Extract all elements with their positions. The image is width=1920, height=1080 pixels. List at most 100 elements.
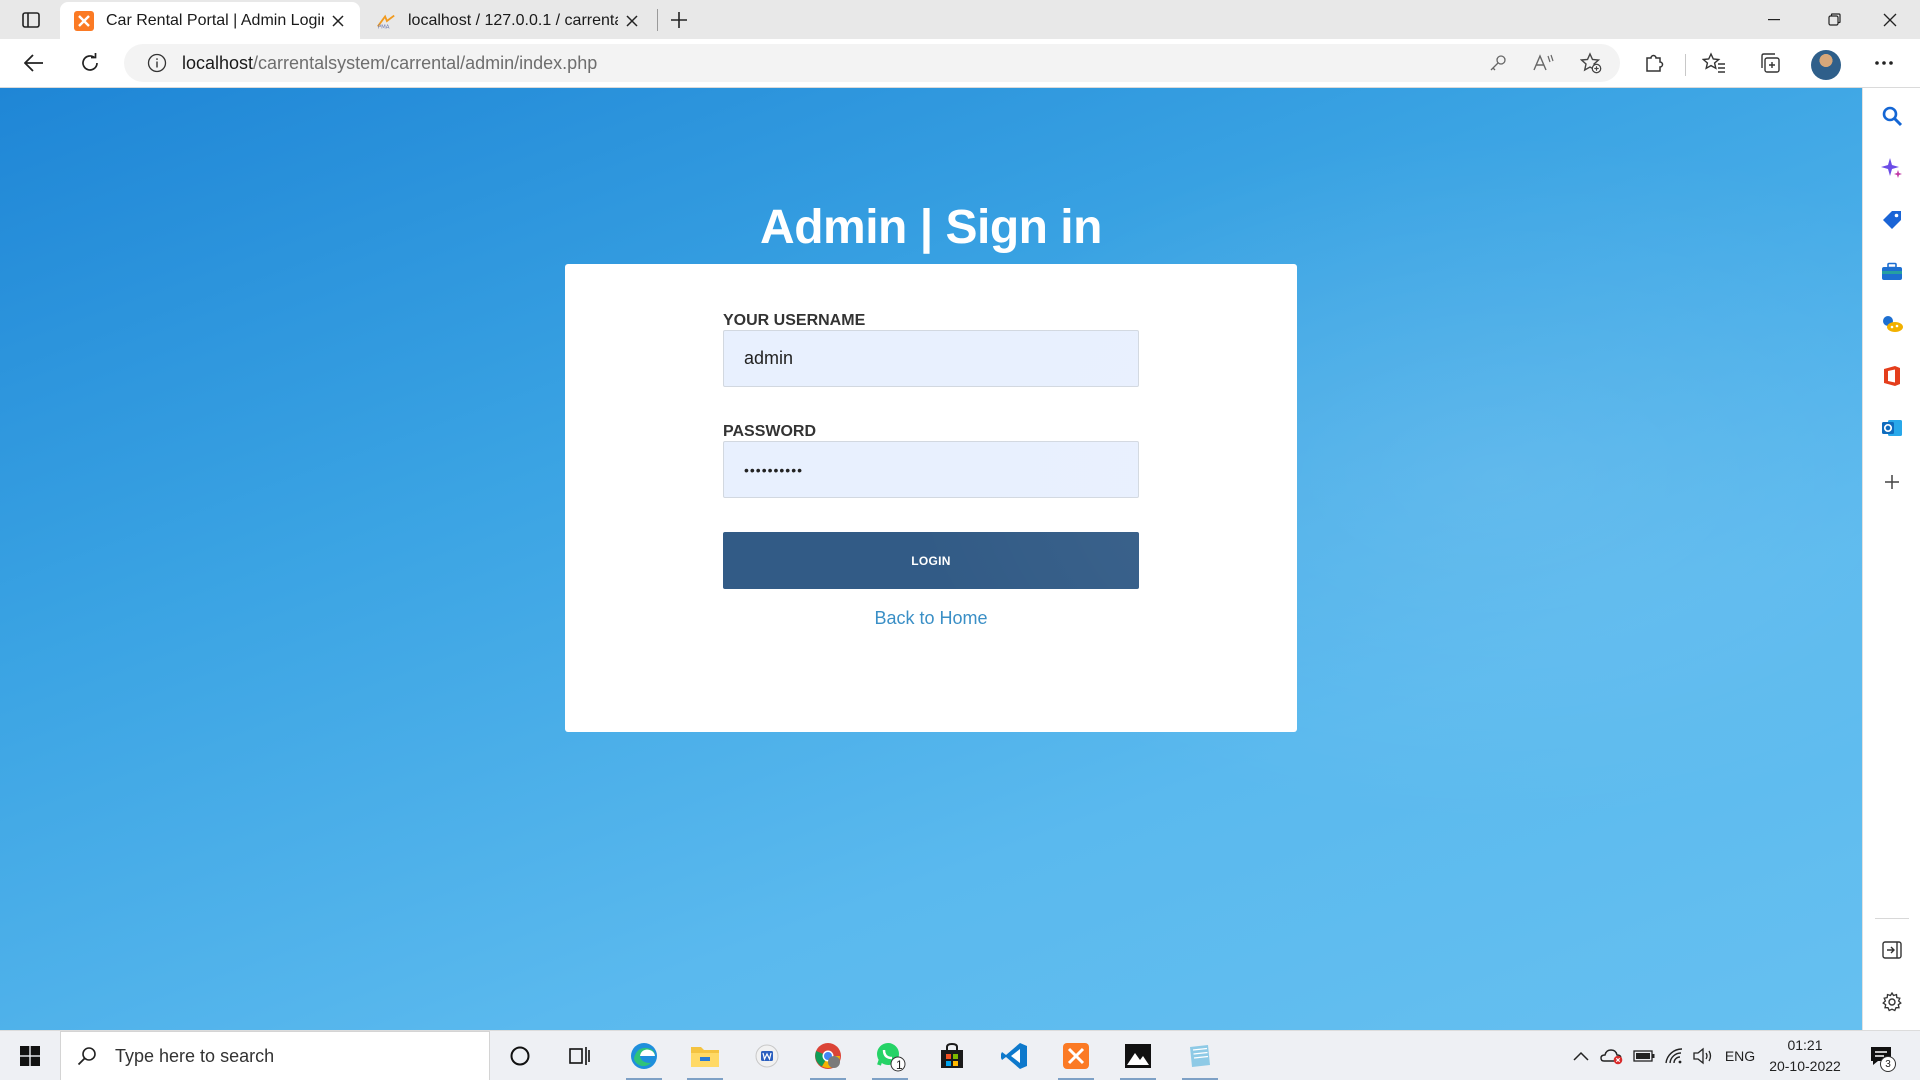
file-explorer-taskbar-app[interactable] [681, 1036, 729, 1080]
profile-avatar[interactable] [1811, 50, 1841, 80]
url-path: /carrentalsystem/carrental/admin/index.p… [253, 52, 598, 73]
collections-icon [1761, 53, 1780, 73]
document-app-icon [755, 1044, 779, 1068]
clock-date: 20-10-2022 [1769, 1058, 1841, 1074]
page-title: Admin | Sign in [760, 201, 1102, 254]
taskbar-search-box[interactable]: Type here to search [60, 1031, 490, 1080]
chrome-taskbar-app[interactable] [804, 1036, 852, 1080]
login-button[interactable]: LOGIN [723, 532, 1139, 589]
edge-sidebar [1862, 88, 1920, 1030]
new-tab-button[interactable] [664, 5, 694, 35]
folder-icon [691, 1047, 719, 1067]
battery-icon[interactable] [1630, 1031, 1658, 1080]
close-tab-icon[interactable] [324, 7, 352, 35]
wifi-icon[interactable] [1660, 1031, 1688, 1080]
back-button[interactable] [16, 45, 52, 81]
windows-logo-icon [20, 1046, 40, 1066]
whatsapp-taskbar-app[interactable]: 1 [866, 1036, 914, 1080]
plus-icon [671, 12, 687, 28]
chrome-icon [815, 1043, 841, 1069]
close-window-button[interactable] [1862, 0, 1918, 39]
office-icon[interactable] [1876, 360, 1908, 392]
shopping-tag-icon[interactable] [1876, 204, 1908, 236]
edge-taskbar-app[interactable] [620, 1036, 668, 1080]
show-hidden-icons-button[interactable] [1568, 1031, 1594, 1080]
browser-toolbar: localhost/carrentalsystem/carrental/admi… [0, 39, 1920, 88]
vscode-icon [1001, 1043, 1027, 1069]
search-icon [75, 1044, 99, 1068]
windows-taskbar: Type here to search 1 ENG 01:21 20-10-20… [0, 1030, 1920, 1080]
clock-time: 01:21 [1787, 1037, 1823, 1053]
sidebar-settings-gear-icon[interactable] [1876, 986, 1908, 1018]
onedrive-error-icon[interactable] [1598, 1031, 1626, 1080]
outlook-icon[interactable] [1876, 412, 1908, 444]
read-aloud-icon[interactable] [1527, 45, 1561, 81]
search-placeholder: Type here to search [115, 1045, 275, 1066]
cortana-circle-icon [510, 1046, 530, 1066]
taskbar-clock[interactable]: 01:21 20-10-2022 [1762, 1035, 1848, 1077]
minimize-button[interactable] [1746, 0, 1802, 39]
tab-actions-icon [22, 12, 40, 28]
store-taskbar-app[interactable] [928, 1036, 976, 1076]
add-sidebar-app-icon[interactable] [1876, 466, 1908, 498]
login-card: YOUR USERNAME admin PASSWORD •••••••••• … [565, 264, 1297, 732]
extensions-button[interactable] [1636, 45, 1672, 81]
settings-more-button[interactable] [1866, 45, 1902, 81]
more-dots-icon [1875, 61, 1893, 65]
back-to-home-link[interactable]: Back to Home [565, 608, 1297, 629]
address-bar[interactable]: localhost/carrentalsystem/carrental/admi… [124, 44, 1620, 82]
hide-sidebar-icon[interactable] [1876, 934, 1908, 966]
edge-browser-icon [631, 1043, 657, 1069]
volume-icon[interactable] [1690, 1031, 1718, 1080]
tab-actions-button[interactable] [14, 6, 48, 34]
phpmyadmin-icon: PMA [376, 11, 396, 31]
url-text: localhost/carrentalsystem/carrental/admi… [182, 53, 597, 74]
notepad-taskbar-app[interactable] [1176, 1036, 1224, 1080]
sidebar-search-icon[interactable] [1876, 100, 1908, 132]
photos-taskbar-app[interactable] [1114, 1036, 1162, 1080]
tab-divider [657, 9, 658, 31]
collections-button[interactable] [1752, 45, 1788, 81]
language-indicator[interactable]: ENG [1720, 1031, 1760, 1080]
tools-briefcase-icon[interactable] [1876, 256, 1908, 288]
tab-car-rental[interactable]: Car Rental Portal | Admin Login [60, 2, 360, 39]
word-taskbar-app[interactable] [743, 1036, 791, 1076]
sidebar-divider [1875, 918, 1909, 919]
close-tab-icon[interactable] [618, 7, 646, 35]
cortana-button[interactable] [496, 1036, 544, 1076]
password-key-icon[interactable] [1481, 45, 1515, 81]
favorites-button[interactable] [1696, 45, 1732, 81]
chevron-up-icon [1573, 1051, 1589, 1061]
tab-title: localhost / 127.0.0.1 / carrental / [408, 11, 618, 29]
copilot-sparkle-icon[interactable] [1876, 152, 1908, 184]
xampp-icon [74, 10, 94, 31]
games-icon[interactable] [1876, 308, 1908, 340]
vscode-taskbar-app[interactable] [990, 1036, 1038, 1076]
puzzle-icon [1646, 54, 1664, 72]
xampp-icon [1063, 1043, 1089, 1069]
tab-phpmyadmin[interactable]: PMA localhost / 127.0.0.1 / carrental / [362, 2, 654, 39]
notification-count-badge: 3 [1880, 1056, 1896, 1072]
page-background: Admin | Sign in YOUR USERNAME admin PASS… [0, 88, 1862, 1030]
refresh-icon [82, 53, 98, 71]
tab-strip: Car Rental Portal | Admin Login PMA loca… [0, 0, 1920, 39]
site-info-icon[interactable] [146, 52, 168, 74]
photos-icon [1125, 1044, 1151, 1068]
url-host: localhost [182, 52, 254, 73]
xampp-taskbar-app[interactable] [1052, 1036, 1100, 1080]
favorites-icon [1702, 52, 1725, 73]
password-input[interactable]: •••••••••• [723, 441, 1139, 498]
refresh-button[interactable] [72, 45, 108, 81]
svg-text:PMA: PMA [378, 24, 390, 29]
task-view-button[interactable] [556, 1036, 604, 1076]
add-favorite-icon[interactable] [1574, 45, 1608, 81]
notification-center-button[interactable]: 3 [1864, 1040, 1898, 1072]
toolbar-divider [1685, 54, 1686, 76]
username-input[interactable]: admin [723, 330, 1139, 387]
restore-button[interactable] [1806, 0, 1862, 39]
store-bag-icon [941, 1043, 963, 1068]
tab-title: Car Rental Portal | Admin Login [106, 11, 324, 29]
start-button[interactable] [10, 1040, 50, 1072]
whatsapp-badge: 1 [896, 1058, 903, 1072]
back-arrow-icon [24, 54, 43, 72]
